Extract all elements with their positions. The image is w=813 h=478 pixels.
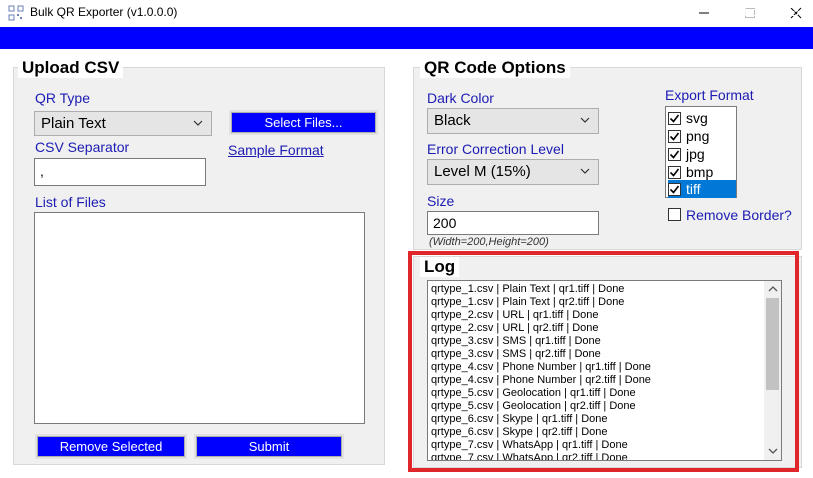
checkbox-checked-icon[interactable] (668, 111, 681, 125)
format-png-row[interactable]: png (668, 127, 736, 145)
remove-selected-button[interactable]: Remove Selected (35, 434, 187, 459)
checkbox-checked-icon[interactable] (668, 129, 681, 143)
chevron-down-icon (580, 168, 590, 174)
qr-options-title: QR Code Options (420, 58, 570, 78)
error-correction-label: Error Correction Level (427, 141, 564, 157)
qr-type-value: Plain Text (41, 115, 106, 132)
error-correction-select[interactable]: Level M (15%) (427, 159, 599, 185)
chevron-down-icon (193, 120, 203, 126)
csv-separator-label: CSV Separator (35, 139, 130, 155)
qr-type-label: QR Type (35, 90, 90, 106)
size-label: Size (427, 193, 455, 209)
format-svg-row[interactable]: svg (668, 109, 736, 127)
menu-bar (0, 27, 813, 49)
export-format-label: Export Format (665, 87, 754, 103)
format-tiff-row[interactable]: tiff (668, 180, 736, 198)
dark-color-select[interactable]: Black (427, 108, 599, 134)
checkbox-checked-icon[interactable] (668, 182, 681, 196)
format-jpg-row[interactable]: jpg (668, 145, 736, 163)
minimize-icon (699, 12, 709, 14)
select-files-button[interactable]: Select Files... (229, 110, 378, 135)
dark-color-label: Dark Color (427, 90, 494, 106)
upload-csv-title: Upload CSV (18, 58, 124, 78)
qr-icon (8, 5, 24, 21)
sample-format-link[interactable]: Sample Format (228, 142, 324, 158)
file-list[interactable] (34, 212, 365, 424)
minimize-button[interactable] (681, 0, 727, 26)
remove-border-checkbox[interactable] (668, 208, 681, 221)
list-of-files-label: List of Files (35, 194, 106, 210)
export-format-list[interactable]: svg png jpg bmp tiff (665, 106, 737, 198)
checkbox-checked-icon[interactable] (668, 147, 681, 161)
format-label: bmp (686, 164, 714, 180)
checkbox-checked-icon[interactable] (668, 165, 681, 179)
dark-color-value: Black (434, 112, 471, 129)
submit-button[interactable]: Submit (194, 434, 344, 459)
format-label: svg (686, 110, 708, 126)
chevron-down-icon (580, 117, 590, 123)
format-label: png (686, 128, 710, 144)
error-correction-value: Level M (15%) (434, 163, 531, 180)
menu-about[interactable]: About (735, 4, 769, 19)
csv-separator-input[interactable]: , (34, 158, 206, 186)
format-label: tiff (686, 181, 701, 197)
window-title: Bulk QR Exporter (v1.0.0.0) (30, 5, 178, 19)
size-hint: (Width=200,Height=200) (429, 236, 549, 248)
menu-exit[interactable]: Exit (787, 4, 809, 19)
highlight-box (408, 251, 799, 472)
format-label: jpg (686, 146, 705, 162)
format-bmp-row[interactable]: bmp (668, 163, 736, 181)
qr-type-select[interactable]: Plain Text (34, 111, 212, 136)
remove-border-label[interactable]: Remove Border? (686, 207, 792, 223)
size-input[interactable]: 200 (427, 211, 599, 235)
